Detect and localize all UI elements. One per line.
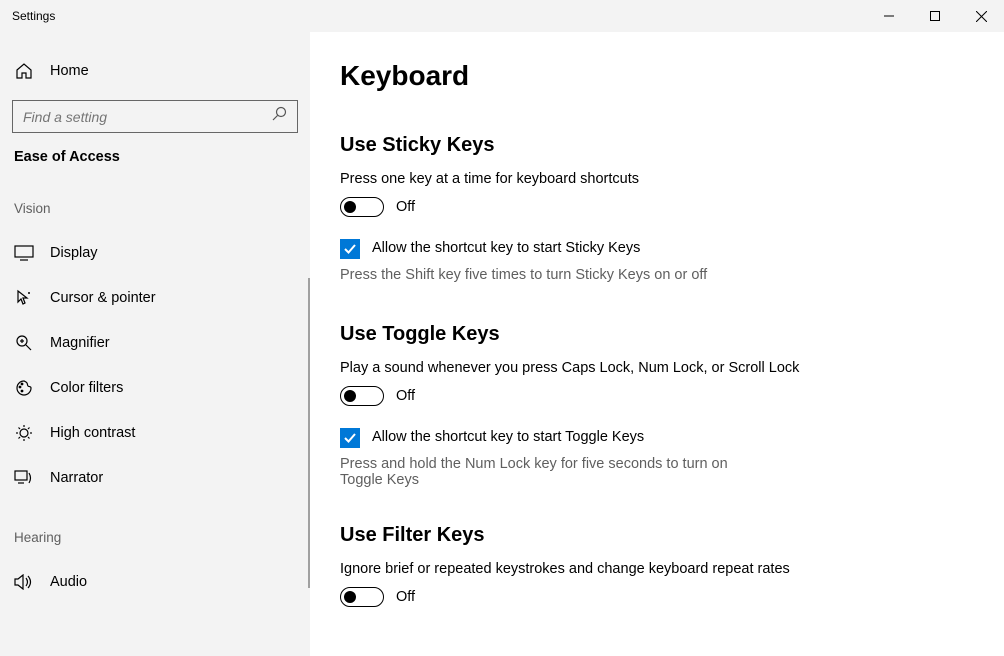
sidebar-item-color-filters[interactable]: Color filters <box>0 365 310 410</box>
sticky-keys-toggle-state: Off <box>396 199 415 215</box>
group-label-vision: Vision <box>0 201 310 216</box>
section-desc-toggle: Play a sound whenever you press Caps Loc… <box>340 360 964 376</box>
section-title-toggle: Use Toggle Keys <box>340 323 964 346</box>
sidebar-item-label: Color filters <box>50 380 123 396</box>
close-button[interactable] <box>958 0 1004 32</box>
contrast-icon <box>14 424 34 442</box>
sidebar-item-label: Narrator <box>50 470 103 486</box>
narrator-icon <box>14 470 34 486</box>
sidebar-item-label: Magnifier <box>50 335 110 351</box>
sidebar-item-high-contrast[interactable]: High contrast <box>0 410 310 455</box>
toggle-keys-toggle[interactable] <box>340 386 384 406</box>
window-controls <box>866 0 1004 32</box>
sidebar-item-label: High contrast <box>50 425 135 441</box>
section-title-sticky: Use Sticky Keys <box>340 134 964 157</box>
sidebar-item-audio[interactable]: Audio <box>0 559 310 604</box>
sidebar-item-cursor[interactable]: Cursor & pointer <box>0 275 310 320</box>
sidebar-scrollbar[interactable] <box>308 278 310 588</box>
group-label-hearing: Hearing <box>0 530 310 545</box>
search-icon <box>271 106 287 127</box>
sidebar-item-label: Display <box>50 245 98 261</box>
page-title: Keyboard <box>340 60 964 92</box>
filter-keys-toggle-state: Off <box>396 589 415 605</box>
section-desc-sticky: Press one key at a time for keyboard sho… <box>340 171 964 187</box>
sticky-keys-toggle[interactable] <box>340 197 384 217</box>
search-input[interactable] <box>12 100 298 133</box>
home-label: Home <box>50 63 89 79</box>
display-icon <box>14 245 34 261</box>
palette-icon <box>14 379 34 397</box>
search-field[interactable] <box>23 109 243 125</box>
home-icon <box>14 62 34 80</box>
sidebar: Home Ease of Access Vision Display Curso… <box>0 32 310 656</box>
sticky-hint: Press the Shift key five times to turn S… <box>340 267 770 283</box>
category-title: Ease of Access <box>0 149 310 165</box>
window-title: Settings <box>12 9 55 23</box>
filter-keys-toggle[interactable] <box>340 587 384 607</box>
sidebar-item-magnifier[interactable]: Magnifier <box>0 320 310 365</box>
sidebar-item-label: Cursor & pointer <box>50 290 156 306</box>
minimize-button[interactable] <box>866 0 912 32</box>
section-desc-filter: Ignore brief or repeated keystrokes and … <box>340 561 964 577</box>
toggle-shortcut-checkbox[interactable] <box>340 428 360 448</box>
sidebar-item-narrator[interactable]: Narrator <box>0 455 310 500</box>
toggle-shortcut-label: Allow the shortcut key to start Toggle K… <box>372 428 644 445</box>
toggle-keys-toggle-state: Off <box>396 388 415 404</box>
maximize-button[interactable] <box>912 0 958 32</box>
sticky-shortcut-checkbox[interactable] <box>340 239 360 259</box>
sticky-shortcut-label: Allow the shortcut key to start Sticky K… <box>372 239 640 256</box>
sidebar-item-label: Audio <box>50 574 87 590</box>
content-area: Keyboard Use Sticky Keys Press one key a… <box>310 32 1004 656</box>
sidebar-item-display[interactable]: Display <box>0 230 310 275</box>
section-title-filter: Use Filter Keys <box>340 524 964 547</box>
magnifier-icon <box>14 334 34 352</box>
home-button[interactable]: Home <box>0 52 310 90</box>
titlebar: Settings <box>0 0 1004 32</box>
audio-icon <box>14 574 34 590</box>
cursor-icon <box>14 289 34 307</box>
toggle-hint: Press and hold the Num Lock key for five… <box>340 456 770 488</box>
